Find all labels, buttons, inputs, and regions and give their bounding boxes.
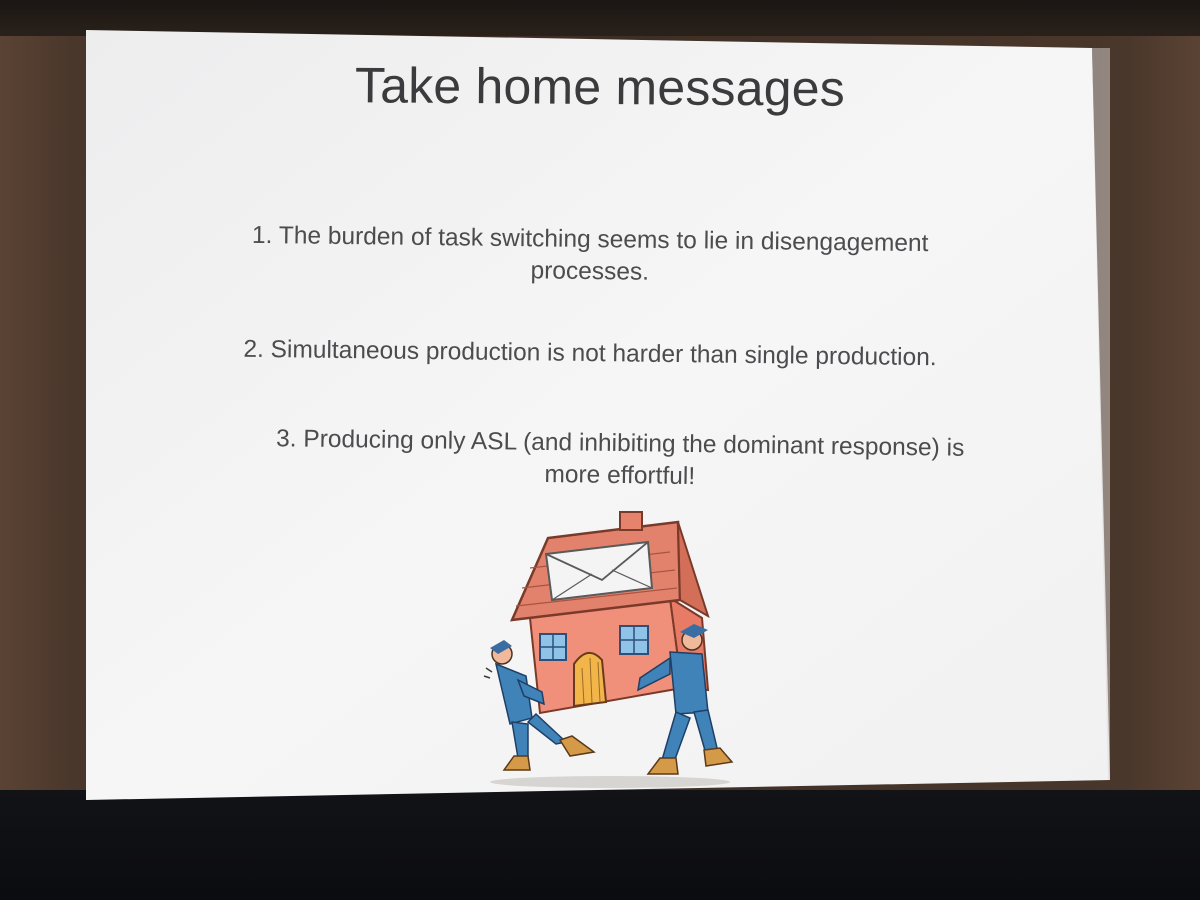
photo-scene: Take home messages 1. The burden of task… xyxy=(0,0,1200,900)
movers-house-clipart xyxy=(483,511,734,788)
